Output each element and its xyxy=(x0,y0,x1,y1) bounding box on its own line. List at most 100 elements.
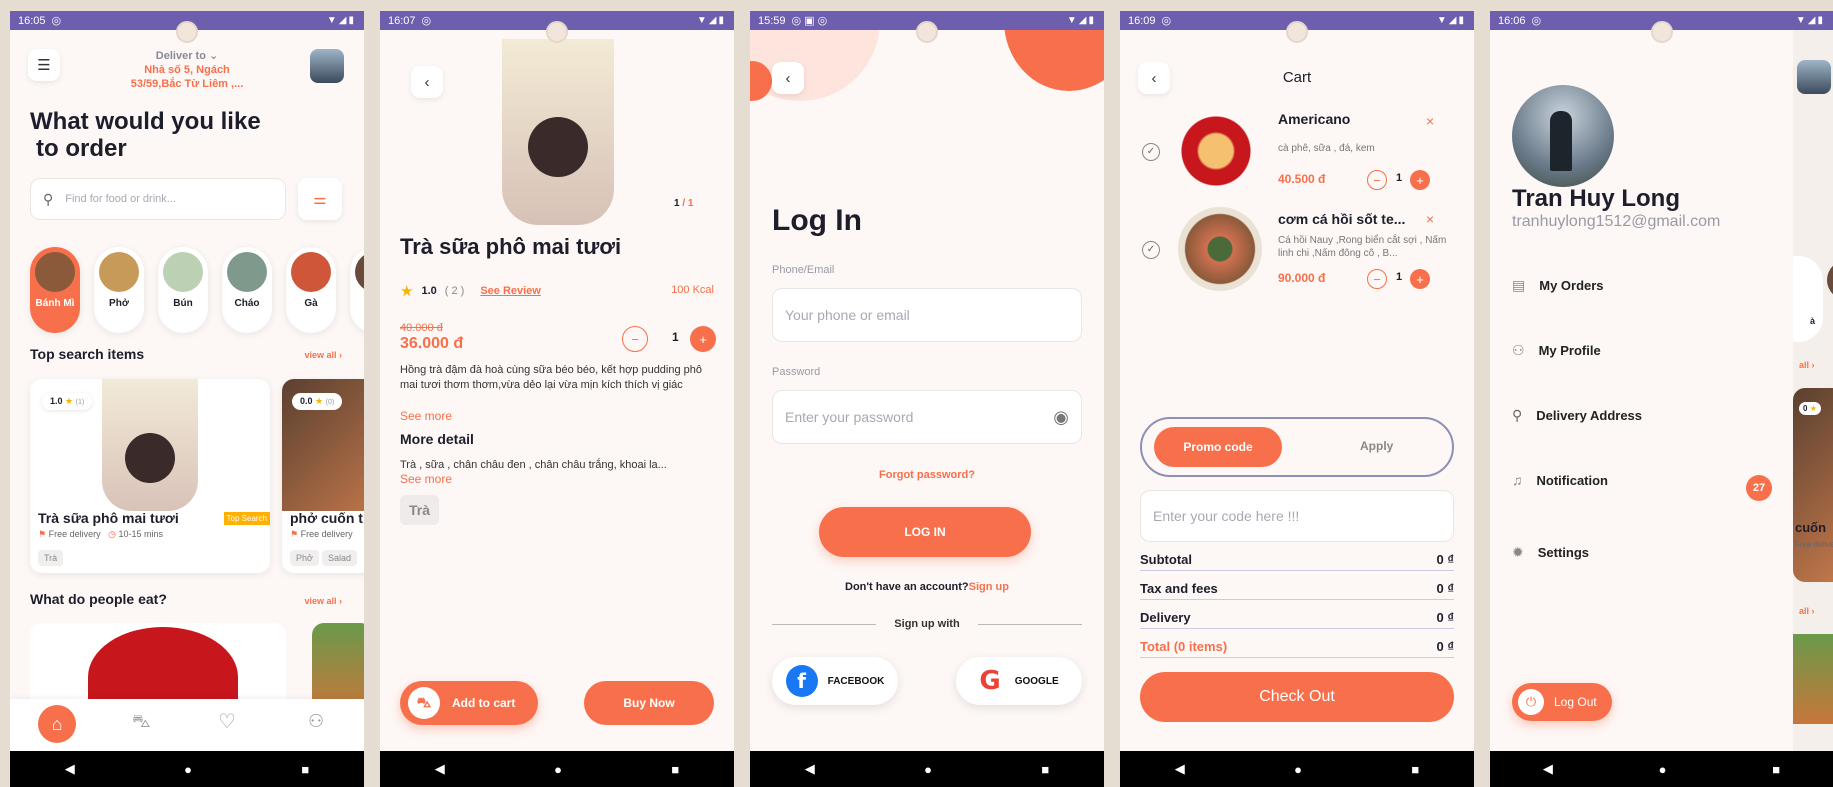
menu-settings[interactable]: ✹ Settings xyxy=(1512,544,1589,561)
rating-badge: 1.0 ★ (1) xyxy=(42,393,93,410)
category-item[interactable]: Bánh Mì xyxy=(30,247,80,333)
category-item[interactable]: Bún xyxy=(158,247,208,333)
category-item[interactable]: Gà xyxy=(286,247,336,333)
user-icon[interactable]: ⚇ xyxy=(308,711,324,732)
heart-icon[interactable]: ♡ xyxy=(218,709,236,734)
password-input[interactable]: Enter your password ◉ xyxy=(772,390,1082,444)
basket-icon[interactable]: ⛍ xyxy=(132,711,151,735)
nav-recent-icon[interactable]: ■ xyxy=(1772,762,1780,777)
price: 36.000 đ xyxy=(400,335,464,352)
avatar[interactable] xyxy=(310,49,344,83)
category-image xyxy=(227,252,267,292)
nav-back-icon[interactable]: ◀ xyxy=(65,761,75,777)
delivery-label: Free delive xyxy=(1795,540,1833,549)
nav-back-icon[interactable]: ◀ xyxy=(1175,761,1185,777)
search-input[interactable]: ⚲ Find for food or drink... xyxy=(30,178,286,220)
nav-back-icon[interactable]: ◀ xyxy=(805,761,815,777)
see-review-link[interactable]: See Review xyxy=(480,285,541,297)
decrease-qty-button[interactable]: − xyxy=(1367,269,1387,289)
camera-notch xyxy=(176,21,198,43)
eye-icon[interactable]: ◉ xyxy=(1053,407,1069,428)
deliver-to-label: Deliver to xyxy=(155,50,206,62)
category-item[interactable]: Cháo xyxy=(222,247,272,333)
promo-code-tab[interactable]: Promo code xyxy=(1154,427,1282,467)
increase-qty-button[interactable]: + xyxy=(690,326,716,352)
decrease-qty-button[interactable]: − xyxy=(1367,170,1387,190)
food-card[interactable]: 1.0 ★ (1) Top Search Trà sữa phô mai tươ… xyxy=(30,379,270,573)
increase-qty-button[interactable]: + xyxy=(1410,269,1430,289)
status-icons: ▼◢▮ xyxy=(696,15,726,26)
category-label: Bún xyxy=(173,298,193,309)
product-image xyxy=(502,39,614,225)
image-pager: 1 / 1 xyxy=(674,198,694,209)
menu-notification[interactable]: ♫ Notification xyxy=(1512,472,1608,488)
nav-home-icon[interactable]: ● xyxy=(1294,762,1302,777)
star-icon: ★ xyxy=(315,396,324,406)
facebook-button[interactable]: f FACEBOOK xyxy=(772,657,898,705)
decrease-qty-button[interactable]: − xyxy=(622,326,648,352)
chevron-left-icon: ‹ xyxy=(785,69,791,87)
view-all-label: all xyxy=(1799,360,1810,370)
nav-back-icon[interactable]: ◀ xyxy=(435,761,445,777)
item-checkbox[interactable]: ✓ xyxy=(1142,143,1160,161)
login-button[interactable]: LOG IN xyxy=(819,507,1031,557)
menu-my-profile[interactable]: ⚇ My Profile xyxy=(1512,342,1601,359)
add-to-cart-button[interactable]: ⛍ Add to cart xyxy=(400,681,538,725)
checkout-button[interactable]: Check Out xyxy=(1140,672,1454,722)
phone-placeholder: Your phone or email xyxy=(785,307,910,323)
menu-delivery-address[interactable]: ⚲ Delivery Address xyxy=(1512,407,1642,424)
nav-home-icon[interactable]: ● xyxy=(924,762,932,777)
item-checkbox[interactable]: ✓ xyxy=(1142,241,1160,259)
filter-button[interactable]: ⚌ xyxy=(298,178,342,220)
remove-item-icon[interactable]: × xyxy=(1426,113,1434,129)
top-search-badge: Top Search xyxy=(223,512,270,525)
food-name: Trà sữa phô mai tươi xyxy=(38,510,179,526)
food-name: phở cuốn t xyxy=(290,510,363,526)
apply-button[interactable]: Apply xyxy=(1360,439,1393,453)
see-more-link[interactable]: See more xyxy=(400,472,452,486)
menu-label: My Profile xyxy=(1538,343,1601,358)
system-nav: ◀ ● ■ xyxy=(750,751,1104,787)
section-title: What do people eat? xyxy=(30,591,167,607)
back-button[interactable]: ‹ xyxy=(411,66,443,98)
buy-now-button[interactable]: Buy Now xyxy=(584,681,714,725)
logout-button[interactable]: ⏻ Log Out xyxy=(1512,683,1612,721)
nav-recent-icon[interactable]: ■ xyxy=(1411,762,1419,777)
nav-home-icon[interactable]: ● xyxy=(184,762,192,777)
menu-my-orders[interactable]: ▤ My Orders xyxy=(1512,277,1604,294)
profile-avatar[interactable] xyxy=(1512,85,1614,187)
remove-item-icon[interactable]: × xyxy=(1426,211,1434,227)
category-image xyxy=(163,252,203,292)
google-button[interactable]: G GOOGLE xyxy=(956,657,1082,705)
product-title: Trà sữa phô mai tươi xyxy=(400,234,622,259)
page-title: Cart xyxy=(1282,69,1312,86)
nav-recent-icon[interactable]: ■ xyxy=(301,762,309,777)
back-button[interactable]: ‹ xyxy=(772,62,804,94)
nav-home-icon[interactable]: ● xyxy=(554,762,562,777)
nav-back-icon[interactable]: ◀ xyxy=(1543,761,1553,777)
home-icon[interactable]: ⌂ xyxy=(38,705,76,743)
view-all-label: all xyxy=(1799,606,1810,616)
forgot-password-link[interactable]: Forgot password? xyxy=(750,469,1104,481)
view-all-link[interactable]: view all › xyxy=(304,596,342,606)
product-description: Hồng trà đậm đà hoà cùng sữa béo béo, kế… xyxy=(400,364,703,391)
google-label: GOOGLE xyxy=(1014,675,1059,687)
item-name: cơm cá hồi sốt te... xyxy=(1278,211,1406,227)
phone-email-input[interactable]: Your phone or email xyxy=(772,288,1082,342)
food-meta: ⚑ Free delivery xyxy=(290,529,353,540)
location-pin-icon: ⚲ xyxy=(1512,407,1523,423)
food-card[interactable]: 0.0 ★ (0) phở cuốn t ⚑ Free delivery Phở… xyxy=(282,379,364,573)
delivery-label: Free delivery xyxy=(48,529,101,539)
promo-code-input[interactable]: Enter your code here !!! xyxy=(1140,490,1454,542)
nav-recent-icon[interactable]: ■ xyxy=(671,762,679,777)
category-item: à xyxy=(1793,256,1823,342)
category-item[interactable]: Phở xyxy=(94,247,144,333)
category-item[interactable]: H xyxy=(350,247,364,333)
see-more-link[interactable]: See more xyxy=(400,409,452,423)
sign-up-link[interactable]: Sign up xyxy=(969,581,1009,593)
increase-qty-button[interactable]: + xyxy=(1410,170,1430,190)
view-all-link[interactable]: view all › xyxy=(304,350,342,360)
food-name: cuốn xyxy=(1795,520,1827,535)
nav-home-icon[interactable]: ● xyxy=(1659,762,1667,777)
nav-recent-icon[interactable]: ■ xyxy=(1041,762,1049,777)
